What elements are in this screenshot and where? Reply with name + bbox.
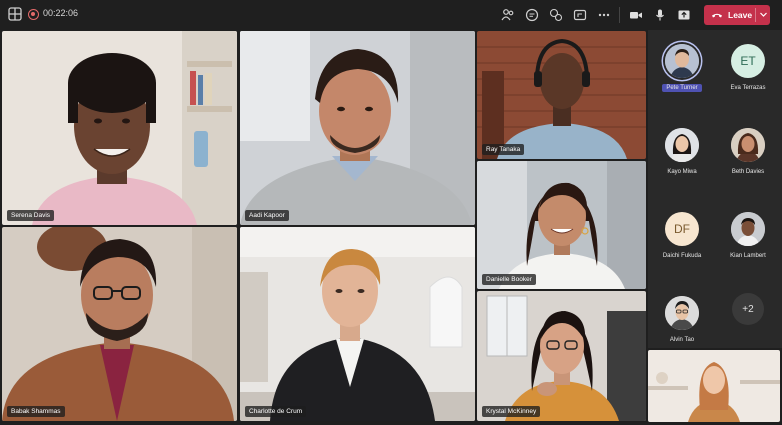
video-tile-danielle-booker[interactable]: Danielle Booker (477, 161, 646, 289)
meeting-timer: 00:22:06 (43, 8, 79, 18)
roster-person-beth-davies[interactable]: Beth Davies (718, 118, 778, 188)
participant-video (2, 227, 237, 421)
chat-icon[interactable] (523, 6, 541, 24)
camera-icon[interactable] (627, 6, 645, 24)
video-tile-aadi-kapoor[interactable]: Aadi Kapoor (240, 31, 475, 225)
video-tile-krystal-mckinney[interactable]: Krystal McKinney (477, 291, 646, 421)
roster-person-name: Kayo Miwa (667, 169, 697, 175)
leave-button[interactable]: Leave (704, 5, 770, 25)
roster-person-eva-terrazas[interactable]: ET Eva Terrazas (718, 34, 778, 104)
roster-person-name: Beth Davies (731, 169, 765, 175)
video-tile-babak-shammas[interactable]: Babak Shammas (2, 227, 237, 421)
avatar (731, 128, 765, 162)
participant-name-tag: Babak Shammas (7, 406, 65, 417)
video-tile-ray-tanaka[interactable]: Ray Tanaka (477, 31, 646, 159)
chevron-down-icon[interactable] (759, 10, 768, 19)
share-icon[interactable] (571, 6, 589, 24)
roster-person-name: Daichi Fukuda (662, 253, 702, 259)
video-tile-charlotte-de-crum[interactable]: Charlotte de Crum (240, 227, 475, 421)
people-icon[interactable] (499, 6, 517, 24)
more-participants-button[interactable]: +2 (732, 293, 764, 325)
video-tile-serena-davis[interactable]: Serena Davis (2, 31, 237, 225)
grid-icon[interactable] (8, 7, 22, 21)
participant-video (477, 161, 646, 289)
roster-person-kayo-miwa[interactable]: Kayo Miwa (652, 118, 712, 188)
avatar: ET (731, 44, 765, 78)
participant-name-tag: Serena Davis (7, 210, 55, 221)
phone-icon (712, 13, 722, 18)
roster-person-name: Eva Terrazas (730, 85, 766, 91)
roster-person-name: Pete Turner (662, 84, 702, 92)
meeting-toolbar: 00:22:06 Leave (0, 0, 782, 30)
leave-divider (755, 8, 756, 22)
participant-name-tag: Krystal McKinney (482, 406, 541, 417)
avatar (665, 128, 699, 162)
participant-name-tag: Ray Tanaka (482, 144, 525, 155)
roster-person-pete-turner[interactable]: Pete Turner (652, 34, 712, 104)
reactions-icon[interactable] (547, 6, 565, 24)
participant-name-tag: Charlotte de Crum (245, 406, 307, 417)
share-tray-icon[interactable] (675, 6, 693, 24)
avatar (731, 212, 765, 246)
avatar (665, 44, 699, 78)
participant-name-tag: Aadi Kapoor (245, 210, 289, 221)
avatar: DF (665, 212, 699, 246)
roster-person-alvin-tao[interactable]: Alvin Tao (652, 286, 712, 356)
participant-video (240, 31, 475, 225)
roster-person-kian-lambert[interactable]: Kian Lambert (718, 202, 778, 272)
self-video (648, 350, 780, 422)
participant-video (2, 31, 237, 225)
mic-icon[interactable] (651, 6, 669, 24)
record-icon (28, 9, 39, 20)
roster-person-name: Alvin Tao (669, 337, 695, 343)
roster-person-daichi-fukuda[interactable]: DF Daichi Fukuda (652, 202, 712, 272)
toolbar-divider (619, 7, 620, 23)
participant-roster: Pete Turner ET Eva Terrazas Kayo Miwa Be… (648, 30, 782, 348)
roster-person-name: Kian Lambert (730, 253, 766, 259)
avatar (665, 296, 699, 330)
more-icon[interactable] (595, 6, 613, 24)
participant-video (477, 31, 646, 159)
participant-name-tag: Danielle Booker (482, 274, 536, 285)
participant-video (240, 227, 475, 421)
participant-video (477, 291, 646, 421)
self-view-tile[interactable] (648, 350, 780, 422)
leave-label: Leave (728, 10, 753, 20)
